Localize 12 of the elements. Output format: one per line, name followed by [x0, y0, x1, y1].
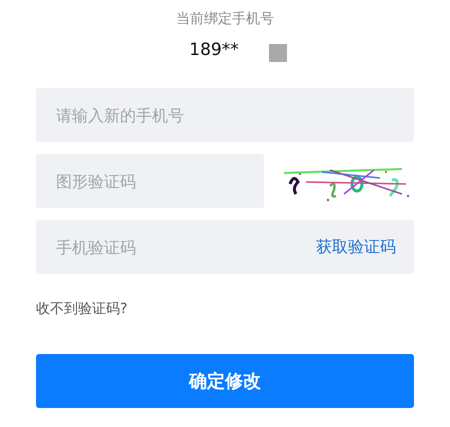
phone-number: 189** — [189, 40, 239, 60]
sms-code-input[interactable]: 手机验证码 获取验证码 — [36, 220, 414, 274]
text-input[interactable]: 手机验证码 — [54, 236, 316, 258]
text-input[interactable]: 图形验证码 — [54, 170, 246, 192]
bound-phone-label: 当前绑定手机号 — [176, 10, 274, 28]
text-input[interactable]: 请输入新的手机号 — [54, 104, 396, 126]
phone-input[interactable]: 请输入新的手机号 — [36, 88, 414, 142]
submit-button[interactable]: 确定修改 — [36, 354, 414, 408]
square-icon — [268, 44, 287, 62]
get-code-button[interactable]: 获取验证码 — [316, 236, 396, 258]
captcha-input[interactable]: 图形验证码 — [36, 154, 264, 208]
help-link[interactable]: 收不到验证码? — [36, 300, 128, 318]
